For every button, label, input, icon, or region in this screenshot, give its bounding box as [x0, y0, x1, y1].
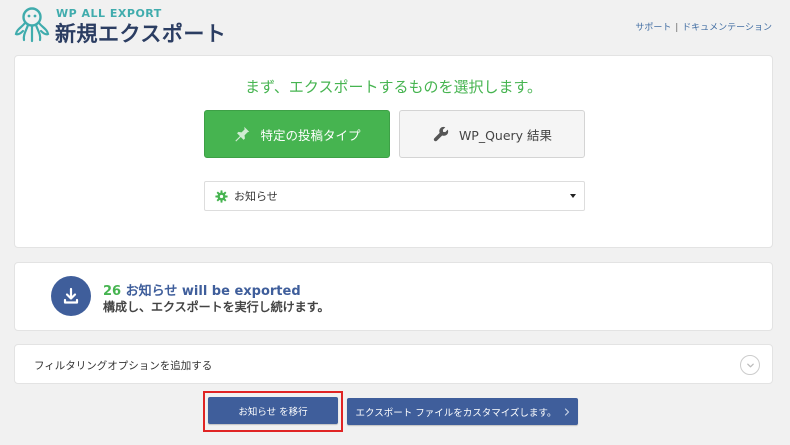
export-type-panel: まず、エクスポートするものを選択します。 特定の投稿タイプ WP_Query 結… [14, 55, 773, 248]
octopus-logo-icon [14, 7, 50, 43]
post-type-select[interactable]: お知らせ [204, 181, 585, 211]
add-filter-options-label[interactable]: フィルタリングオプションを追加する [34, 358, 212, 373]
header: WP ALL EXPORT 新規エクスポート サポート | ドキュメンテーション [0, 0, 790, 52]
wp-query-results-label: WP_Query 結果 [458, 127, 553, 143]
caret-down-icon [570, 194, 576, 198]
filter-options-panel[interactable]: フィルタリングオプションを追加する [14, 344, 773, 384]
link-separator: | [675, 23, 679, 33]
wp-query-results-button[interactable]: WP_Query 結果 [399, 110, 585, 158]
wrench-icon [433, 126, 449, 142]
gear-icon [215, 189, 228, 203]
support-link[interactable]: サポート [635, 23, 671, 33]
pushpin-icon [235, 126, 250, 142]
specific-post-type-button[interactable]: 特定の投稿タイプ [204, 110, 390, 158]
chevron-right-icon [564, 407, 569, 416]
customize-export-file-label: エクスポート ファイルをカスタマイズします。 [355, 407, 557, 419]
download-icon [51, 276, 91, 316]
export-description: 構成し、エクスポートを実行し続けます。 [103, 300, 330, 314]
specific-post-type-label: 特定の投稿タイプ [260, 127, 361, 143]
export-post-type: お知らせ [125, 284, 178, 299]
customize-export-file-button[interactable]: エクスポート ファイルをカスタマイズします。 [347, 398, 578, 425]
documentation-link[interactable]: ドキュメンテーション [682, 23, 772, 33]
migrate-button[interactable]: お知らせ を移行 [208, 397, 338, 424]
page-title: 新規エクスポート [55, 22, 227, 46]
export-count-text: 26 お知らせ will be exported [103, 280, 301, 299]
export-count: 26 [103, 284, 122, 299]
header-links: サポート | ドキュメンテーション [635, 20, 772, 33]
chevron-down-icon[interactable] [740, 355, 760, 375]
choose-export-heading: まず、エクスポートするものを選択します。 [244, 78, 542, 96]
selected-post-type: お知らせ [234, 190, 278, 203]
export-suffix: will be exported [181, 284, 301, 299]
export-summary-panel: 26 お知らせ will be exported 構成し、エクスポートを実行し続… [14, 262, 773, 331]
